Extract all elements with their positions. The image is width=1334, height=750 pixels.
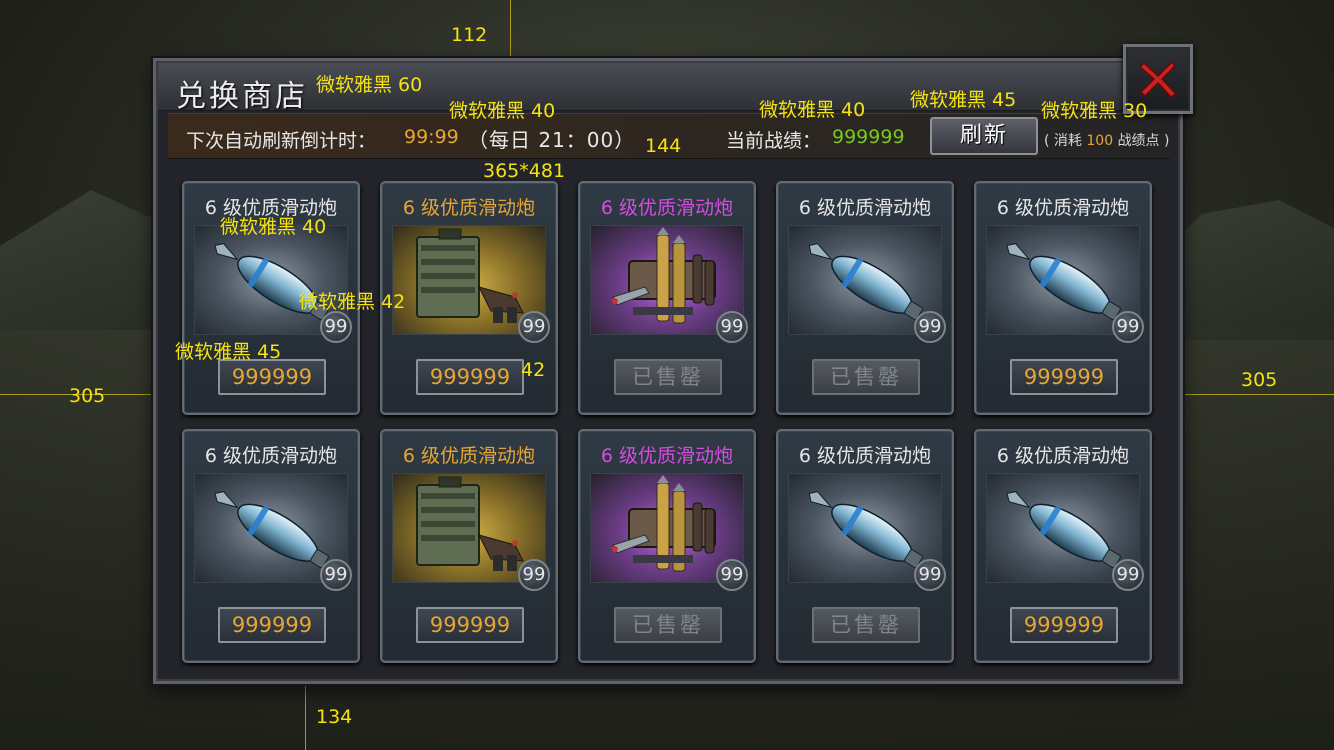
guide-line-right bbox=[1183, 394, 1334, 395]
guide-line-top bbox=[510, 0, 511, 58]
item-quantity-badge: 99 bbox=[716, 311, 748, 343]
sold-out-button: 已售罄 bbox=[614, 607, 722, 643]
item-grid: 6 级优质滑动炮 99 999999 6 级优质滑动炮 99 999999 6 级优质滑动炮… bbox=[182, 181, 1182, 671]
item-quantity-badge: 99 bbox=[518, 559, 550, 591]
item-quantity-badge: 99 bbox=[914, 311, 946, 343]
item-name: 6 级优质滑动炮 bbox=[600, 197, 734, 219]
annotation-font-title: 微软雅黑 60 bbox=[316, 74, 423, 96]
annotation-font-item-name: 微软雅黑 40 bbox=[220, 216, 327, 238]
sold-out-button: 已售罄 bbox=[614, 359, 722, 395]
refresh-countdown-timer: 99:99 bbox=[404, 126, 459, 148]
item-name: 6 级优质滑动炮 bbox=[798, 445, 932, 467]
shop-item-card[interactable]: 6 级优质滑动炮 99 999999 bbox=[380, 429, 558, 663]
price-button[interactable]: 999999 bbox=[1010, 359, 1118, 395]
item-name: 6 级优质滑动炮 bbox=[996, 197, 1130, 219]
annotation-left-margin: 305 bbox=[69, 385, 106, 407]
shop-item-card[interactable]: 6 级优质滑动炮 99 999999 bbox=[182, 429, 360, 663]
annotation-font-price: 微软雅黑 45 bbox=[175, 341, 282, 363]
annotation-font-quantity: 微软雅黑 42 bbox=[299, 291, 406, 313]
annotation-font-cost: 微软雅黑 30 bbox=[1041, 100, 1148, 122]
cost-suffix: 战绩点 ) bbox=[1117, 133, 1170, 149]
annotation-bottom-margin: 134 bbox=[316, 706, 353, 728]
price-button[interactable]: 999999 bbox=[1010, 607, 1118, 643]
annotation-font-refresh: 微软雅黑 40 bbox=[449, 100, 556, 122]
current-score-value: 999999 bbox=[832, 126, 905, 148]
close-x-icon bbox=[1138, 60, 1178, 98]
refresh-button[interactable]: 刷新 bbox=[930, 117, 1038, 155]
item-name: 6 级优质滑动炮 bbox=[996, 445, 1130, 467]
shop-item-card[interactable]: 6 级优质滑动炮 99 已售罄 bbox=[776, 429, 954, 663]
sold-out-button: 已售罄 bbox=[812, 359, 920, 395]
annotation-panel-size: 365*481 bbox=[483, 160, 566, 182]
price-button[interactable]: 999999 bbox=[416, 359, 524, 395]
annotation-price-gap: 42 bbox=[521, 359, 546, 381]
panel-header: 兑换商店 bbox=[158, 63, 1178, 114]
item-quantity-badge: 99 bbox=[1112, 311, 1144, 343]
item-name: 6 级优质滑动炮 bbox=[402, 445, 536, 467]
cost-prefix: ( 消耗 bbox=[1044, 133, 1082, 149]
price-button[interactable]: 999999 bbox=[218, 359, 326, 395]
sold-out-button: 已售罄 bbox=[812, 607, 920, 643]
shop-item-card[interactable]: 6 级优质滑动炮 99 999999 bbox=[974, 429, 1152, 663]
item-name: 6 级优质滑动炮 bbox=[402, 197, 536, 219]
item-name: 6 级优质滑动炮 bbox=[204, 445, 338, 467]
price-button[interactable]: 999999 bbox=[218, 607, 326, 643]
shop-item-card[interactable]: 6 级优质滑动炮 99 999999 bbox=[974, 181, 1152, 415]
shop-item-card[interactable]: 6 级优质滑动炮 99 已售罄 bbox=[776, 181, 954, 415]
item-name: 6 级优质滑动炮 bbox=[600, 445, 734, 467]
annotation-top-margin: 112 bbox=[451, 24, 488, 46]
item-quantity-badge: 99 bbox=[320, 311, 352, 343]
item-name: 6 级优质滑动炮 bbox=[798, 197, 932, 219]
guide-line-bottom bbox=[305, 684, 306, 750]
shop-item-card[interactable]: 6 级优质滑动炮 99 已售罄 bbox=[578, 181, 756, 415]
item-quantity-badge: 99 bbox=[914, 559, 946, 591]
item-quantity-badge: 99 bbox=[716, 559, 748, 591]
refresh-cost-note: ( 消耗 100 战绩点 ) bbox=[1044, 130, 1169, 150]
refresh-countdown-label: 下次自动刷新倒计时： bbox=[186, 130, 377, 152]
annotation-font-button: 微软雅黑 45 bbox=[910, 89, 1017, 111]
item-quantity-badge: 99 bbox=[518, 311, 550, 343]
current-score-label: 当前战绩： bbox=[726, 130, 822, 152]
item-quantity-badge: 99 bbox=[1112, 559, 1144, 591]
price-button[interactable]: 999999 bbox=[416, 607, 524, 643]
annotation-header-offset: 144 bbox=[645, 135, 682, 157]
shop-item-card[interactable]: 6 级优质滑动炮 99 已售罄 bbox=[578, 429, 756, 663]
annotation-right-margin: 305 bbox=[1241, 369, 1278, 391]
daily-refresh-time: （每日 21：00） bbox=[468, 128, 636, 152]
item-quantity-badge: 99 bbox=[320, 559, 352, 591]
annotation-font-score: 微软雅黑 40 bbox=[759, 99, 866, 121]
cost-amount: 100 bbox=[1086, 133, 1114, 149]
shop-title: 兑换商店 bbox=[176, 79, 308, 114]
